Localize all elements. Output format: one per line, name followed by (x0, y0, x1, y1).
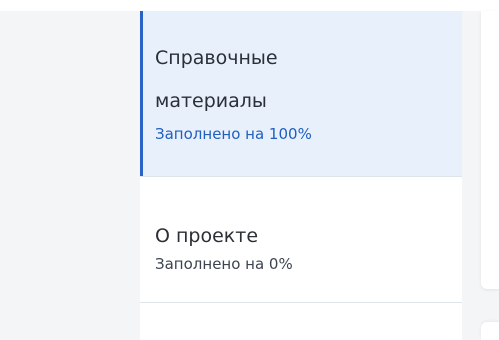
nav-item-next[interactable] (140, 303, 462, 340)
nav-item-about-project[interactable]: О проекте Заполнено на 0% (140, 177, 462, 302)
content-card (481, 322, 499, 340)
active-indicator (140, 11, 143, 176)
page-header-strip (0, 0, 499, 11)
nav-item-reference-materials[interactable]: Справочные материалы Заполнено на 100% (140, 11, 462, 176)
content-card (481, 11, 499, 289)
section-navigation: Справочные материалы Заполнено на 100% О… (140, 11, 462, 340)
nav-item-title-line2: материалы (155, 90, 267, 112)
nav-item-status: Заполнено на 100% (155, 125, 312, 143)
nav-item-status: Заполнено на 0% (155, 255, 293, 273)
nav-item-title: О проекте (155, 225, 259, 247)
nav-item-title-line1: Справочные (155, 47, 278, 69)
